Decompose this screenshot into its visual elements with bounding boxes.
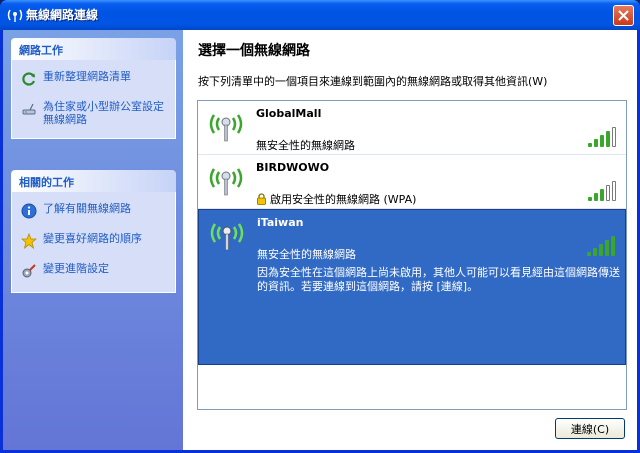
signal-bar (594, 139, 598, 147)
refresh-icon (20, 70, 38, 88)
network-setup-icon (20, 100, 38, 118)
signal-bar (593, 248, 597, 256)
signal-strength (587, 236, 617, 256)
network-list[interactable]: GlobalMall 無安全性的無線網路 BIRDWOWO 啟用安全性的無線網路… (197, 100, 627, 410)
lock-icon (257, 193, 266, 205)
network-item-globalmall[interactable]: GlobalMall 無安全性的無線網路 (198, 101, 626, 155)
window-client: 網路工作 重新整理網路清單 為住家或小型辦公室設定無線網路 相關的工作 了解有關… (3, 30, 637, 450)
instruction-text: 按下列清單中的一個項目來連線到範圍內的無線網路或取得其他資訊(W) (198, 75, 548, 88)
network-security-row: 啟用安全性的無線網路 (WPA) (256, 191, 416, 207)
signal-bar (612, 127, 616, 147)
wireless-antenna-icon (209, 168, 243, 196)
signal-bar (587, 252, 591, 256)
related-tasks-header: 相關的工作 (11, 170, 176, 192)
network-tasks-group: 網路工作 重新整理網路清單 為住家或小型辦公室設定無線網路 (11, 38, 176, 139)
learn-wireless-link[interactable]: 了解有關無線網路 (20, 202, 169, 220)
close-button[interactable] (613, 5, 634, 26)
network-security: 無安全性的無線網路 (256, 139, 355, 152)
signal-bar (588, 197, 592, 201)
wireless-icon (7, 9, 23, 22)
task-pane: 網路工作 重新整理網路清單 為住家或小型辦公室設定無線網路 相關的工作 了解有關… (3, 30, 183, 450)
signal-bar (588, 143, 592, 147)
signal-bar (612, 181, 616, 201)
title-bar[interactable]: 無線網路連線 (0, 0, 640, 30)
wireless-antenna-icon (209, 114, 243, 142)
signal-strength (588, 181, 618, 201)
learn-wireless-label: 了解有關無線網路 (43, 202, 131, 215)
change-advanced-settings-link[interactable]: 變更進階設定 (20, 262, 169, 280)
network-name: iTaiwan (257, 216, 304, 229)
signal-bar (600, 135, 604, 147)
network-security: 啟用安全性的無線網路 (WPA) (270, 193, 417, 206)
network-security: 無安全性的無線網路 (257, 248, 356, 261)
network-tasks-header: 網路工作 (11, 38, 176, 60)
setup-home-network-link[interactable]: 為住家或小型辦公室設定無線網路 (20, 100, 169, 126)
change-preferred-order-link[interactable]: 變更喜好網路的順序 (20, 232, 169, 250)
network-item-birdwowo[interactable]: BIRDWOWO 啟用安全性的無線網路 (WPA) (198, 155, 626, 209)
network-pane: 選擇一個無線網路 按下列清單中的一個項目來連線到範圍內的無線網路或取得其他資訊(… (183, 30, 637, 450)
signal-bar (605, 240, 609, 256)
page-title: 選擇一個無線網路 (198, 43, 310, 59)
window-title: 無線網路連線 (26, 8, 99, 22)
wireless-connection-window: 無線網路連線 網路工作 重新整理網路清單 為住家或小型辦公室設定無線網路 相關的… (0, 0, 640, 453)
network-item-itaiwan[interactable]: iTaiwan 無安全性的無線網路 因為安全性在這個網路上尚未啟用，其他人可能可… (198, 209, 626, 365)
close-icon (618, 10, 629, 21)
change-advanced-settings-label: 變更進階設定 (43, 262, 109, 275)
network-name: GlobalMall (256, 107, 322, 120)
signal-bar (606, 131, 610, 147)
info-icon (20, 202, 38, 220)
related-tasks-body: 了解有關無線網路 變更喜好網路的順序 變更進階設定 (11, 192, 176, 293)
signal-strength (588, 127, 618, 147)
connect-button[interactable]: 連線(C) (555, 418, 625, 439)
network-tasks-body: 重新整理網路清單 為住家或小型辦公室設定無線網路 (11, 60, 176, 139)
signal-bar (611, 236, 615, 256)
settings-icon (20, 262, 38, 280)
network-description: 因為安全性在這個網路上尚未啟用，其他人可能可以看見經由這個網路傳送的資訊。若要連… (257, 266, 620, 293)
network-name: BIRDWOWO (256, 161, 330, 174)
refresh-network-list-link[interactable]: 重新整理網路清單 (20, 70, 169, 88)
related-tasks-group: 相關的工作 了解有關無線網路 變更喜好網路的順序 變更進階設定 (11, 170, 176, 293)
star-icon (20, 232, 38, 250)
wireless-antenna-icon (210, 223, 244, 251)
signal-bar (606, 185, 610, 201)
signal-bar (599, 244, 603, 256)
signal-bar (600, 189, 604, 201)
change-preferred-order-label: 變更喜好網路的順序 (43, 232, 142, 245)
setup-home-network-label: 為住家或小型辦公室設定無線網路 (43, 100, 164, 126)
refresh-network-list-label: 重新整理網路清單 (43, 70, 131, 83)
signal-bar (594, 193, 598, 201)
